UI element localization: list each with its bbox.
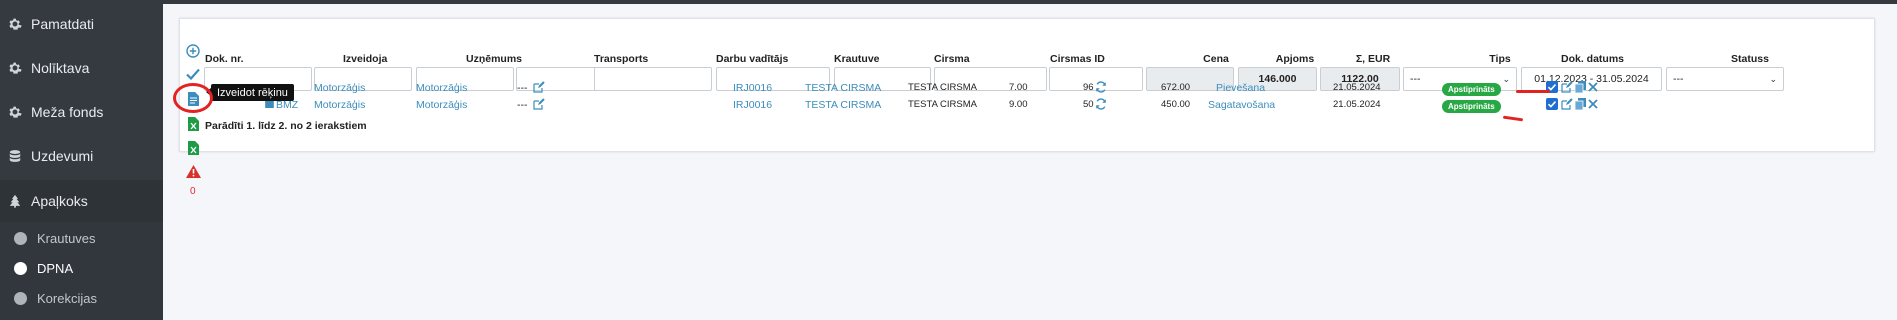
sidebar-item-label: Nolīktava: [31, 60, 90, 76]
close-icon[interactable]: [1588, 82, 1598, 92]
cell-apjoms: 96: [1083, 82, 1094, 93]
sidebar-subitem-label: Korekcijas: [37, 290, 97, 306]
cell-dok-datums: 21.05.2024: [1333, 99, 1381, 110]
cell-summa: 672.00: [1161, 82, 1191, 93]
sidebar-item-pamatdati[interactable]: Pamatdati: [0, 3, 163, 45]
cell-izveidoja[interactable]: Motorzāģis: [314, 82, 365, 94]
sidebar-item-apalkoks[interactable]: Apaļkoks: [0, 180, 163, 222]
excel-export-icon[interactable]: [188, 117, 199, 131]
header-summa[interactable]: Σ, EUR: [1343, 53, 1403, 65]
select-checkbox[interactable]: [1546, 98, 1558, 110]
gear-icon: [9, 18, 22, 30]
chevron-down-icon: ⌄: [1769, 73, 1777, 84]
cell-uznemums[interactable]: Motorzāģis: [416, 82, 467, 94]
dpna-table-card: 0 Dok. nr. Izveidoja Uzņēmums Transports…: [179, 18, 1875, 197]
cell-cirsma[interactable]: TESTA CIRSMA: [805, 82, 881, 94]
edit-icon[interactable]: [1561, 81, 1573, 93]
sidebar-submenu: Krautuves DPNA Korekcijas: [0, 222, 163, 320]
cell-cena: 7.00: [1009, 82, 1028, 93]
gear-icon: [9, 62, 22, 74]
sidebar-subitem-krautuves[interactable]: Krautuves: [14, 228, 96, 248]
excel-export-icon[interactable]: [188, 141, 199, 155]
edit-icon[interactable]: [1561, 98, 1573, 110]
header-apjoms[interactable]: Apjoms: [1265, 53, 1325, 65]
cell-cena: 9.00: [1009, 99, 1028, 110]
cell-transports: ---: [517, 82, 528, 94]
sidebar-subitem-label: DPNA: [37, 260, 74, 276]
copy-icon[interactable]: [1575, 81, 1586, 93]
cell-krautuve[interactable]: IRJ0016: [733, 99, 772, 111]
close-icon[interactable]: [1588, 99, 1598, 109]
sidebar-subitem-korekcijas[interactable]: Korekcijas: [14, 288, 97, 308]
circle-icon: [14, 261, 27, 275]
check-icon[interactable]: [186, 68, 200, 80]
sidebar-item-label: Uzdevumi: [31, 148, 94, 164]
edit-icon[interactable]: [533, 81, 545, 93]
pagination-info: Parādīti 1. līdz 2. no 2 ierakstiem: [205, 120, 367, 132]
sidebar-subitem-dpna[interactable]: DPNA: [14, 258, 73, 278]
top-border: [163, 0, 1897, 4]
cell-tips[interactable]: Sagatavošana: [1208, 99, 1275, 111]
cell-uznemums[interactable]: Motorzāģis: [416, 99, 467, 111]
gear-icon: [9, 106, 22, 118]
sidebar-item-label: Pamatdati: [31, 16, 95, 32]
cell-dok-datums: 21.05.2024: [1333, 82, 1381, 93]
chevron-down-icon: ⌄: [1502, 73, 1510, 84]
header-cena[interactable]: Cena: [1196, 53, 1236, 65]
tips-select-value: ---: [1410, 73, 1421, 85]
annotation-circle: [173, 83, 213, 113]
refresh-icon[interactable]: [1095, 98, 1107, 110]
edit-icon[interactable]: [533, 98, 545, 110]
status-select[interactable]: --- ⌄: [1666, 67, 1784, 91]
sidebar-item-meza-fonds[interactable]: Meža fonds: [0, 91, 163, 133]
tooltip-create-invoice: Izveidot rēķinu: [206, 84, 294, 101]
cell-apjoms: 50: [1083, 99, 1094, 110]
cell-transports: ---: [517, 99, 528, 111]
header-krautuve[interactable]: Krautuve: [834, 53, 880, 65]
add-circle-icon[interactable]: [186, 44, 200, 58]
header-izveidoja[interactable]: Izveidoja: [343, 53, 387, 65]
status-select-value: ---: [1673, 73, 1684, 85]
header-cirsma[interactable]: Cirsma: [934, 53, 970, 65]
sidebar-item-label: Meža fonds: [31, 104, 104, 120]
database-icon: [9, 150, 21, 162]
cell-tips[interactable]: Pievešana: [1216, 82, 1265, 94]
cell-cirsmas-id: TESTA CIRSMA: [908, 82, 977, 93]
header-cirsmas-id[interactable]: Cirsmas ID: [1050, 53, 1105, 65]
cell-summa: 450.00: [1161, 99, 1191, 110]
copy-icon[interactable]: [1575, 98, 1586, 110]
filter-transports[interactable]: [594, 67, 712, 91]
cell-krautuve[interactable]: IRJ0016: [733, 82, 772, 94]
main-content: 0 Dok. nr. Izveidoja Uzņēmums Transports…: [163, 0, 1897, 320]
status-badge: Apstiprināts: [1442, 100, 1501, 113]
header-transports[interactable]: Transports: [594, 53, 648, 65]
header-dok-datums[interactable]: Dok. datums: [1561, 53, 1624, 65]
status-badge: Apstiprināts: [1442, 83, 1501, 96]
header-dok-nr[interactable]: Dok. nr.: [205, 53, 244, 65]
sidebar-subitem-label: Krautuves: [37, 230, 96, 246]
annotation-underline: [1516, 90, 1550, 93]
sidebar: Pamatdati Nolīktava Meža fonds Uzdevumi …: [0, 0, 163, 320]
cell-cirsma[interactable]: TESTA CIRSMA: [805, 99, 881, 111]
header-statuss[interactable]: Statuss: [1710, 53, 1790, 65]
header-darbu-vaditajs[interactable]: Darbu vadītājs: [716, 53, 788, 65]
circle-icon: [14, 231, 27, 245]
tree-icon: [9, 194, 21, 208]
cell-cirsmas-id: TESTA CIRSMA: [908, 99, 977, 110]
header-uznemums[interactable]: Uzņēmums: [466, 53, 522, 65]
circle-icon: [14, 291, 27, 305]
sidebar-item-noliktava[interactable]: Nolīktava: [0, 47, 163, 89]
header-tips[interactable]: Tips: [1460, 53, 1540, 65]
refresh-icon[interactable]: [1095, 81, 1107, 93]
cell-izveidoja[interactable]: Motorzāģis: [314, 99, 365, 111]
error-count: 0: [190, 186, 196, 197]
sidebar-item-uzdevumi[interactable]: Uzdevumi: [0, 135, 163, 177]
sidebar-item-label: Apaļkoks: [31, 193, 88, 209]
warning-icon[interactable]: [186, 165, 201, 178]
